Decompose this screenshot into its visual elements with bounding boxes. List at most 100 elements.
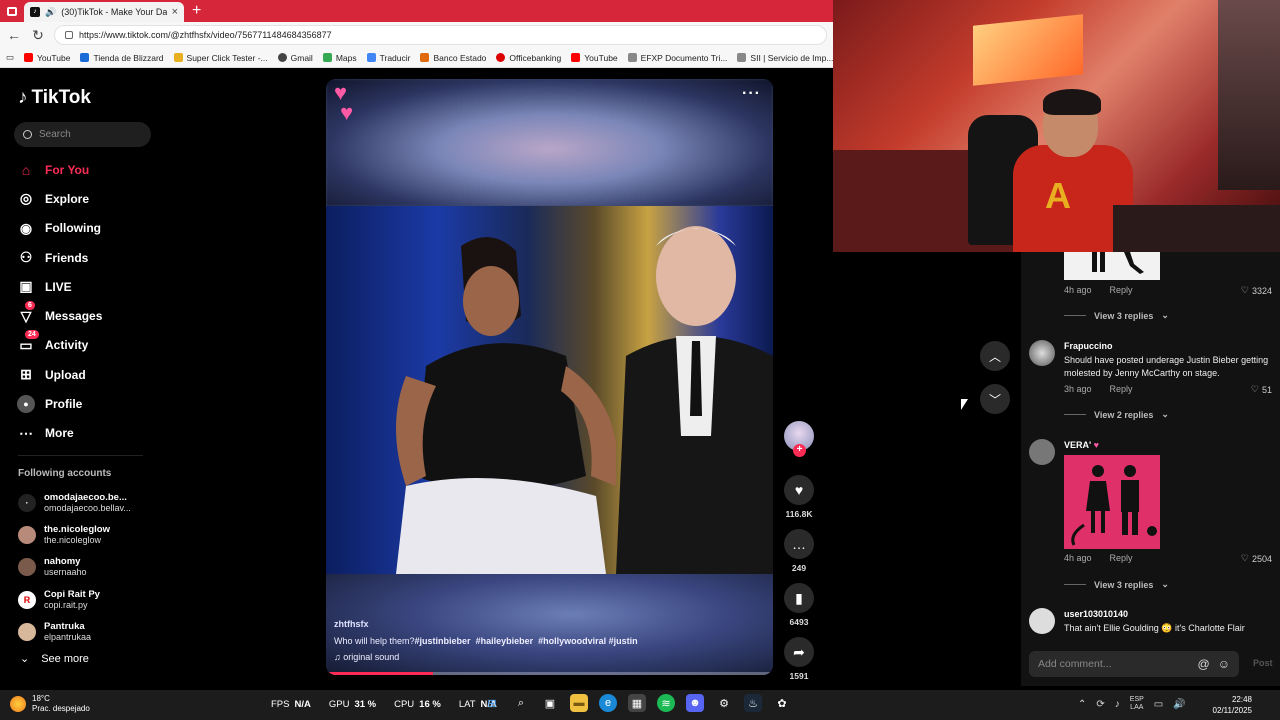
bookmark-youtube-2[interactable]: YouTube	[571, 53, 618, 63]
speaker-icon[interactable]: 🔊	[45, 7, 56, 18]
network-icon[interactable]: ▭	[1154, 699, 1163, 710]
nav-live[interactable]: ▣ LIVE	[17, 272, 102, 301]
bookmark-youtube[interactable]: YouTube	[24, 53, 70, 63]
bookmark-traducir[interactable]: Traducir	[366, 53, 410, 63]
video-more-options-icon[interactable]: ···	[742, 85, 761, 103]
following-accounts-title: Following accounts	[18, 468, 112, 479]
comment-like-button[interactable]: ♡ 3324	[1241, 285, 1272, 296]
following-account[interactable]: Pantruka elpantrukaa	[18, 616, 131, 648]
video-author[interactable]: zhtfhsfx	[334, 619, 369, 629]
search-icon[interactable]: ⌕	[512, 694, 530, 712]
view-replies-button[interactable]: View 2 replies ⌄	[1064, 409, 1169, 420]
following-account[interactable]: nahomy usernaaho	[18, 551, 131, 583]
reply-button[interactable]: Reply	[1110, 553, 1133, 563]
bookmark-efxp[interactable]: EFXP Documento Tri...	[627, 53, 727, 63]
video-player[interactable]: ♥ ♥ ··· zhtfhsfx Who will help them?#jus…	[326, 79, 773, 675]
add-comment-input[interactable]: Add comment... @ ☺	[1029, 651, 1239, 677]
following-account[interactable]: R Copi Rait Py copi.rait.py	[18, 584, 131, 616]
nav-profile[interactable]: ● Profile	[17, 389, 102, 418]
chevron-up-icon[interactable]: ⌃	[1078, 699, 1086, 710]
see-more-button[interactable]: ⌄ See more	[20, 652, 89, 666]
following-account[interactable]: · omodajaecoo.be... omodajaecoo.bellav...	[18, 487, 131, 519]
comment-image-sticker[interactable]	[1064, 252, 1160, 280]
previous-video-button[interactable]: ︿	[980, 341, 1010, 371]
nav-for-you[interactable]: ⌂ For You	[17, 155, 102, 184]
view-replies-button[interactable]: View 3 replies ⌄	[1064, 310, 1169, 321]
reply-button[interactable]: Reply	[1110, 285, 1133, 295]
like-button[interactable]: ♥ 116.8K	[784, 475, 814, 519]
save-button[interactable]: ▮ 6493	[784, 583, 814, 627]
spotify-icon[interactable]: ≋	[657, 694, 675, 712]
creator-avatar[interactable]: +	[784, 421, 814, 457]
avatar[interactable]	[1029, 608, 1055, 634]
volume-icon[interactable]: 🔊	[1173, 699, 1185, 710]
comment-author[interactable]: VERA' ♥	[1064, 440, 1099, 450]
hashtag[interactable]: #justinbieber	[415, 636, 471, 646]
follow-plus-icon[interactable]: +	[793, 444, 806, 457]
edge-browser-icon[interactable]: e	[599, 694, 617, 712]
bookmark-sii[interactable]: SII | Servicio de Imp...	[737, 53, 833, 63]
avatar[interactable]	[1029, 439, 1055, 465]
nav-upload[interactable]: ⊞ Upload	[17, 360, 102, 389]
taskbar: 18°C Prac. despejado FPS N/A GPU 31 % CPU 16…	[0, 690, 1280, 720]
back-arrow-icon[interactable]: ←	[6, 27, 22, 43]
language-indicator[interactable]: ESP LAA	[1130, 696, 1144, 712]
sync-icon[interactable]: ⟳	[1096, 699, 1104, 710]
chatgpt-icon[interactable]: ✿	[773, 694, 791, 712]
nav-following[interactable]: ◉ Following	[17, 214, 102, 243]
mention-icon[interactable]: @	[1198, 657, 1210, 671]
site-info-icon[interactable]	[65, 31, 73, 39]
bookmark-click-tester[interactable]: Super Click Tester -...	[173, 53, 268, 63]
bookmark-banco-estado[interactable]: Banco Estado	[420, 53, 486, 63]
tab-actions-icon[interactable]	[0, 0, 24, 22]
video-progress-bar[interactable]	[326, 672, 773, 675]
clock[interactable]: 22:48 02/11/2025	[1208, 694, 1252, 716]
comment-image-sticker[interactable]	[1064, 455, 1160, 549]
comment-author[interactable]: user103010140	[1064, 609, 1128, 619]
comment-like-button[interactable]: ♡ 2504	[1241, 553, 1272, 564]
post-comment-button[interactable]: Post	[1253, 658, 1273, 668]
share-button[interactable]: ➦ 1591	[784, 637, 814, 681]
comment-count: 249	[791, 563, 807, 573]
windows-start-icon[interactable]: ⊞	[483, 694, 501, 712]
nav-explore[interactable]: ◎ Explore	[17, 184, 102, 213]
video-music[interactable]: ♫ original sound	[334, 652, 399, 662]
comment-button[interactable]: … 249	[784, 529, 814, 573]
bookmark-blizzard[interactable]: Tienda de Blizzard	[80, 53, 164, 63]
nav-messages[interactable]: ▽ 6 Messages	[17, 301, 102, 330]
hashtag[interactable]: #hollywoodviral	[538, 636, 606, 646]
close-tab-icon[interactable]: ×	[172, 6, 178, 18]
url-input[interactable]: https://www.tiktok.com/@zhtfhsfx/video/7…	[54, 25, 827, 45]
avatar[interactable]	[1029, 340, 1055, 366]
search-icon	[23, 130, 32, 139]
file-explorer-icon[interactable]: ▬	[570, 694, 588, 712]
steam-icon[interactable]: ♨	[744, 694, 762, 712]
comment-like-button[interactable]: ♡ 51	[1251, 384, 1272, 395]
settings-icon[interactable]: ⚙	[715, 694, 733, 712]
new-tab-button[interactable]: +	[192, 1, 201, 21]
comment-author[interactable]: Frapuccino	[1064, 341, 1113, 351]
hashtag[interactable]: #haileybieber	[476, 636, 534, 646]
search-input[interactable]: Search	[14, 122, 151, 147]
bookmark-maps[interactable]: Maps	[322, 53, 357, 63]
bookmark-gmail[interactable]: Gmail	[277, 53, 313, 63]
nav-friends[interactable]: ⚇ Friends	[17, 243, 102, 272]
following-account[interactable]: the.nicoleglow the.nicoleglow	[18, 519, 131, 551]
nav-activity[interactable]: ▭ 24 Activity	[17, 330, 102, 360]
reload-icon[interactable]: ↻	[30, 27, 46, 44]
bookmark-officebanking[interactable]: Officebanking	[496, 53, 561, 63]
nav-more[interactable]: ⋯ More	[17, 419, 102, 448]
reply-button[interactable]: Reply	[1110, 384, 1133, 394]
hashtag[interactable]: #justin	[609, 636, 638, 646]
discord-icon[interactable]: ☻	[686, 694, 704, 712]
next-video-button[interactable]: ﹀	[980, 384, 1010, 414]
emoji-icon[interactable]: ☺	[1218, 657, 1230, 671]
store-icon[interactable]: ▦	[628, 694, 646, 712]
tiktok-logo[interactable]: ♪ TikTok	[18, 87, 91, 109]
browser-tab[interactable]: ♪ 🔊 (30)TikTok - Make Your Day ×	[24, 2, 184, 22]
task-view-icon[interactable]: ▣	[541, 694, 559, 712]
bookmarks-menu-icon[interactable]: ▭	[6, 52, 14, 63]
weather-widget[interactable]: 18°C Prac. despejado	[10, 694, 90, 714]
microphone-icon[interactable]: ♪	[1115, 699, 1120, 710]
view-replies-button[interactable]: View 3 replies ⌄	[1064, 579, 1169, 590]
